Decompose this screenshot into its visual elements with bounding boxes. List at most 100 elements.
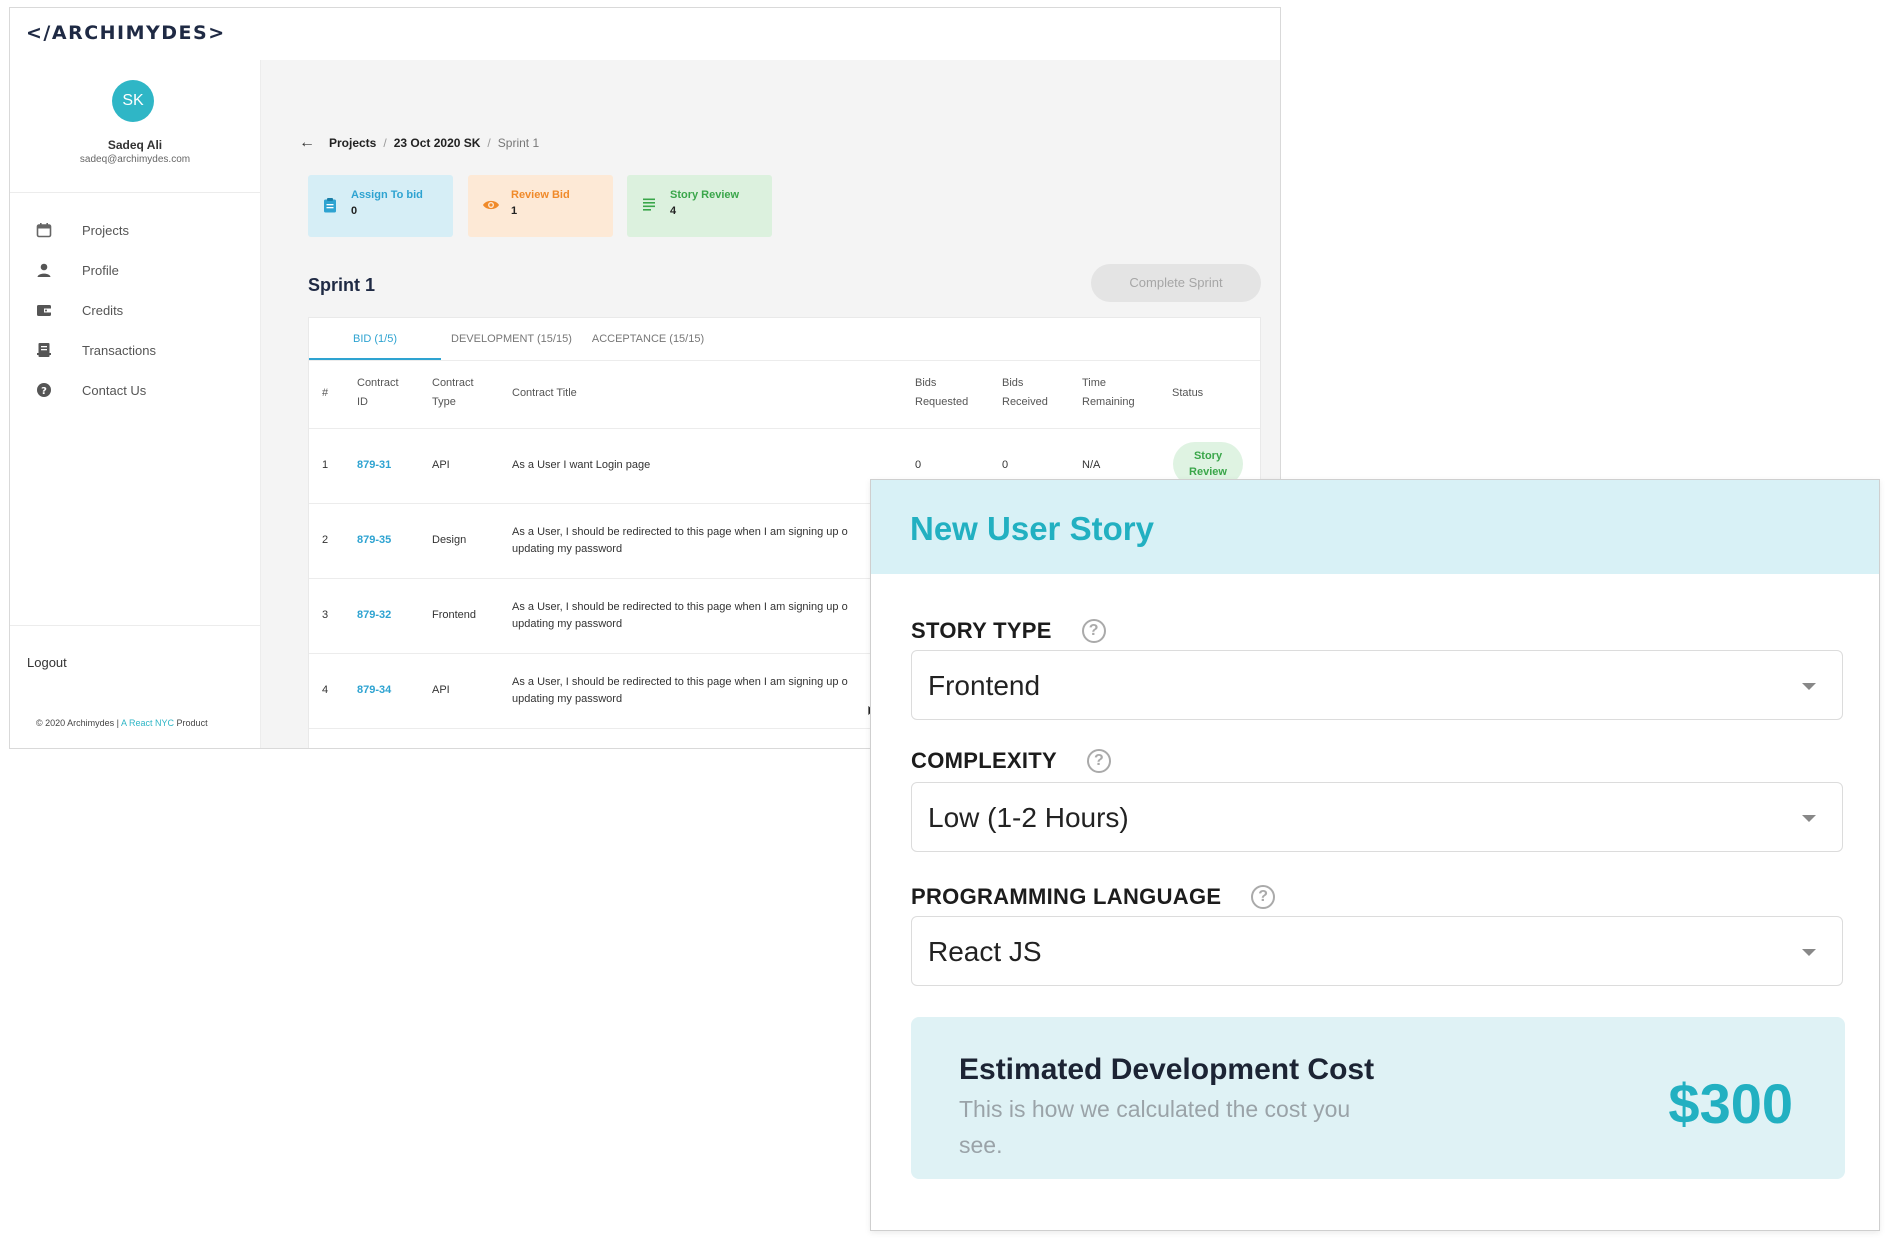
header-contract-id: Contract ID <box>357 374 399 412</box>
help-icon[interactable]: ? <box>1087 749 1112 773</box>
header-line: Type <box>432 396 456 408</box>
title-line: updating my password <box>512 618 623 630</box>
sidebar-nav: Projects Profile Credits Transactions ? … <box>10 210 260 410</box>
title-line: updating my password <box>512 543 623 555</box>
programming-language-value: React JS <box>928 936 1042 967</box>
person-icon <box>36 262 52 278</box>
tab-development[interactable]: DEVELOPMENT (15/15) <box>441 318 582 360</box>
cell-num: 3 <box>322 609 329 621</box>
stat-label: Review Bid <box>511 189 570 201</box>
header-num: # <box>322 387 329 399</box>
cost-value: $300 <box>1668 1072 1793 1135</box>
tab-bar: BID (1/5) DEVELOPMENT (15/15) ACCEPTANCE… <box>309 318 1260 361</box>
complexity-value: Low (1-2 Hours) <box>928 802 1129 833</box>
programming-language-label: PROGRAMMING LANGUAGE ? <box>911 884 1276 910</box>
title-line: As a User, I should be redirected to thi… <box>512 676 848 688</box>
breadcrumb-separator: / <box>487 136 491 150</box>
header-bids-received: Bids Received <box>1002 374 1048 412</box>
user-email: sadeq@archimydes.com <box>79 154 191 165</box>
eye-icon <box>482 197 499 213</box>
breadcrumb-separator: / <box>383 136 387 150</box>
logout-link[interactable]: Logout <box>27 655 67 670</box>
stat-card-story-review[interactable]: Story Review 4 <box>627 175 772 237</box>
stat-value: 1 <box>511 205 518 217</box>
story-type-label-text: STORY TYPE <box>911 618 1052 643</box>
sidebar-item-credits[interactable]: Credits <box>10 290 260 330</box>
header-bids-requested: Bids Requested <box>915 374 968 412</box>
sidebar-divider <box>10 625 260 626</box>
header-line: Contract <box>357 377 399 389</box>
status-line: Review <box>1189 466 1227 478</box>
tab-bid[interactable]: BID (1/5) <box>309 318 442 360</box>
sidebar-divider <box>10 192 260 193</box>
header-line: Remaining <box>1082 396 1135 408</box>
story-type-value: Frontend <box>928 670 1041 701</box>
help-icon[interactable]: ? <box>1081 619 1106 643</box>
cell-contract-id[interactable]: 879-35 <box>357 532 391 549</box>
svg-text:?: ? <box>41 386 47 397</box>
wallet-icon <box>36 302 52 318</box>
sidebar-item-label: Profile <box>82 262 119 278</box>
sidebar-item-label: Contact Us <box>82 382 147 398</box>
stat-value: 0 <box>351 205 358 217</box>
cell-contract-type: Frontend <box>432 609 477 621</box>
stat-card-review-bid[interactable]: Review Bid 1 <box>468 175 613 237</box>
header-time-remaining: Time Remaining <box>1082 374 1135 412</box>
sidebar-item-contact-us[interactable]: ? Contact Us <box>10 370 260 410</box>
header-contract-type: Contract Type <box>432 374 474 412</box>
header-line: Bids <box>1002 377 1024 389</box>
cell-contract-id[interactable]: 879-32 <box>357 607 391 624</box>
receipt-icon <box>36 342 52 358</box>
cell-contract-type: API <box>432 459 450 471</box>
header-line: Contract <box>432 377 474 389</box>
help-circle-icon: ? <box>36 382 52 398</box>
breadcrumb-current: Sprint 1 <box>497 136 540 150</box>
sidebar-item-projects[interactable]: Projects <box>10 210 260 250</box>
complete-sprint-button[interactable]: Complete Sprint <box>1091 264 1261 302</box>
title-line: As a User, I should be redirected to thi… <box>512 601 848 613</box>
help-icon[interactable]: ? <box>1251 885 1276 909</box>
header-contract-title: Contract Title <box>512 387 577 399</box>
new-user-story-modal: New User Story STORY TYPE ? Frontend COM… <box>870 479 1880 1231</box>
stat-label: Assign To bid <box>351 189 423 201</box>
calendar-icon <box>36 222 52 238</box>
header-line: Requested <box>915 396 969 408</box>
copyright-prefix: © 2020 Archimydes | <box>36 718 122 728</box>
tab-acceptance[interactable]: ACCEPTANCE (15/15) <box>582 318 714 360</box>
programming-language-select[interactable]: React JS <box>911 916 1843 986</box>
modal-header: New User Story <box>871 480 1879 574</box>
stat-label: Story Review <box>670 189 740 201</box>
cell-num: 1 <box>322 459 329 471</box>
sidebar-item-transactions[interactable]: Transactions <box>10 330 260 370</box>
sidebar-item-profile[interactable]: Profile <box>10 250 260 290</box>
logo-suffix: > <box>208 22 226 44</box>
back-arrow-icon[interactable]: ← <box>299 134 315 152</box>
chevron-down-icon <box>1802 949 1816 956</box>
user-name: Sadeq Ali <box>107 138 163 152</box>
breadcrumb-projects[interactable]: Projects <box>329 136 376 150</box>
sidebar-item-label: Credits <box>82 302 124 318</box>
complexity-label: COMPLEXITY ? <box>911 748 1112 774</box>
status-line: Story <box>1193 450 1223 462</box>
cell-contract-title: As a User, I should be redirected to thi… <box>512 674 848 708</box>
title-line: As a User, I should be redirected to thi… <box>512 526 848 538</box>
programming-language-label-text: PROGRAMMING LANGUAGE <box>911 884 1222 909</box>
avatar[interactable]: SK <box>112 80 154 122</box>
copyright-suffix: Product <box>174 718 208 728</box>
chevron-down-icon <box>1802 683 1816 690</box>
header-line: Time <box>1082 377 1107 389</box>
stat-card-assign-to-bid[interactable]: Assign To bid 0 <box>308 175 453 237</box>
copyright-link[interactable]: A React NYC <box>121 718 174 728</box>
sidebar: SK Sadeq Ali sadeq@archimydes.com Projec… <box>10 60 261 748</box>
cell-contract-id[interactable]: 879-31 <box>357 457 391 474</box>
header-line: Bids <box>915 377 937 389</box>
cell-bids-received: 0 <box>1002 459 1009 471</box>
cost-subtitle: This is how we calculated the cost you s… <box>959 1096 1351 1158</box>
logo[interactable]: </ARCHIMYDES> <box>26 22 226 44</box>
estimated-cost-panel: Estimated Development Cost This is how w… <box>911 1017 1845 1179</box>
story-type-label: STORY TYPE ? <box>911 618 1106 644</box>
breadcrumb-project[interactable]: 23 Oct 2020 SK <box>394 136 481 150</box>
story-type-select[interactable]: Frontend <box>911 650 1843 720</box>
complexity-select[interactable]: Low (1-2 Hours) <box>911 782 1843 852</box>
cell-contract-id[interactable]: 879-34 <box>357 682 391 699</box>
